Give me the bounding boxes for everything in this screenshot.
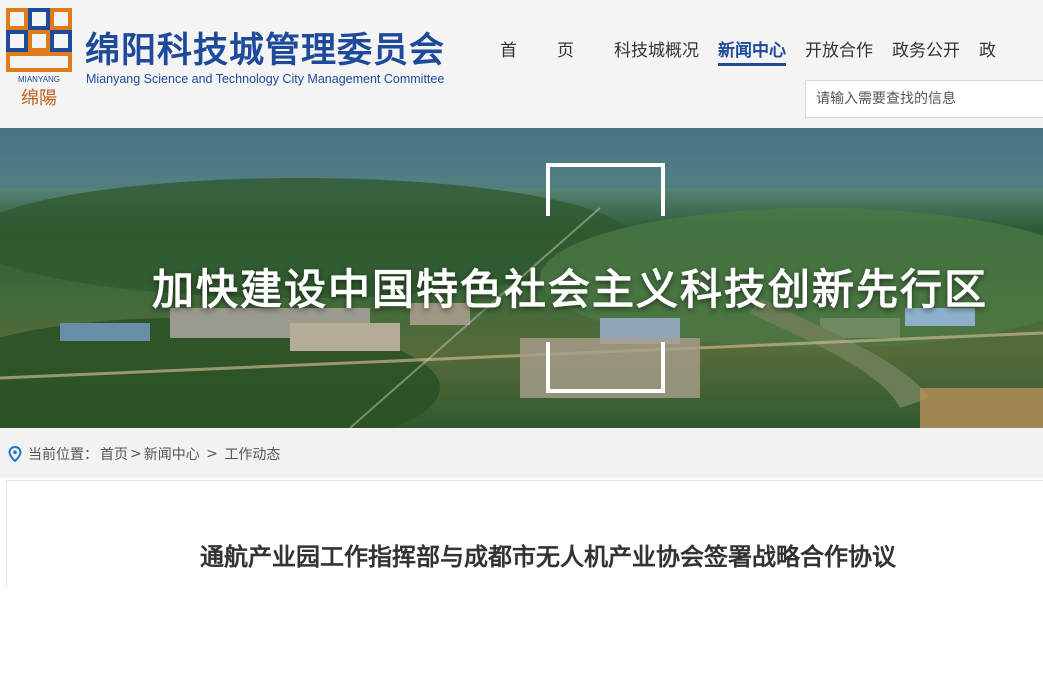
- logo-calligraphy: 绵陽: [21, 88, 57, 108]
- article-title: 通航产业园工作指挥部与成都市无人机产业协会签署战略合作协议: [200, 543, 896, 571]
- breadcrumb-separator: >: [201, 446, 223, 462]
- breadcrumb-current[interactable]: 工作动态: [224, 444, 280, 464]
- nav-item-more[interactable]: 政: [979, 36, 996, 66]
- breadcrumb-news[interactable]: 新闻中心: [144, 444, 200, 464]
- location-pin-icon: [8, 446, 22, 462]
- nav-item-news[interactable]: 新闻中心: [718, 36, 786, 66]
- nav-item-government[interactable]: 政务公开: [892, 36, 960, 66]
- site-header: MIANYANG 绵陽 绵阳科技城管理委员会 Mianyang Science …: [0, 0, 1043, 128]
- breadcrumb-prefix: 当前位置：: [28, 447, 98, 463]
- site-logo[interactable]: MIANYANG 绵陽: [6, 8, 72, 109]
- breadcrumb: 当前位置： 首页 > 新闻中心 > 工作动态: [0, 428, 1043, 478]
- nav-item-overview[interactable]: 科技城概况: [614, 36, 699, 66]
- site-title: 绵阳科技城管理委员会: [85, 31, 446, 71]
- breadcrumb-home[interactable]: 首页: [100, 444, 128, 464]
- banner-slogan: 加快建设中国特色社会主义科技创新先行区: [152, 265, 989, 314]
- hero-banner: 加快建设中国特色社会主义科技创新先行区: [0, 128, 1043, 428]
- article-panel: 通航产业园工作指挥部与成都市无人机产业协会签署战略合作协议: [6, 480, 1043, 587]
- search-input[interactable]: [806, 81, 1043, 117]
- nav-item-home[interactable]: 首页: [500, 36, 614, 66]
- main-nav: 首页 科技城概况 新闻中心 开放合作 政务公开 政: [500, 36, 1015, 66]
- search-box: [805, 80, 1043, 118]
- nav-item-cooperation[interactable]: 开放合作: [805, 36, 873, 66]
- logo-text: MIANYANG: [18, 75, 60, 84]
- site-subtitle: Mianyang Science and Technology City Man…: [86, 72, 445, 86]
- breadcrumb-separator: >: [130, 446, 142, 462]
